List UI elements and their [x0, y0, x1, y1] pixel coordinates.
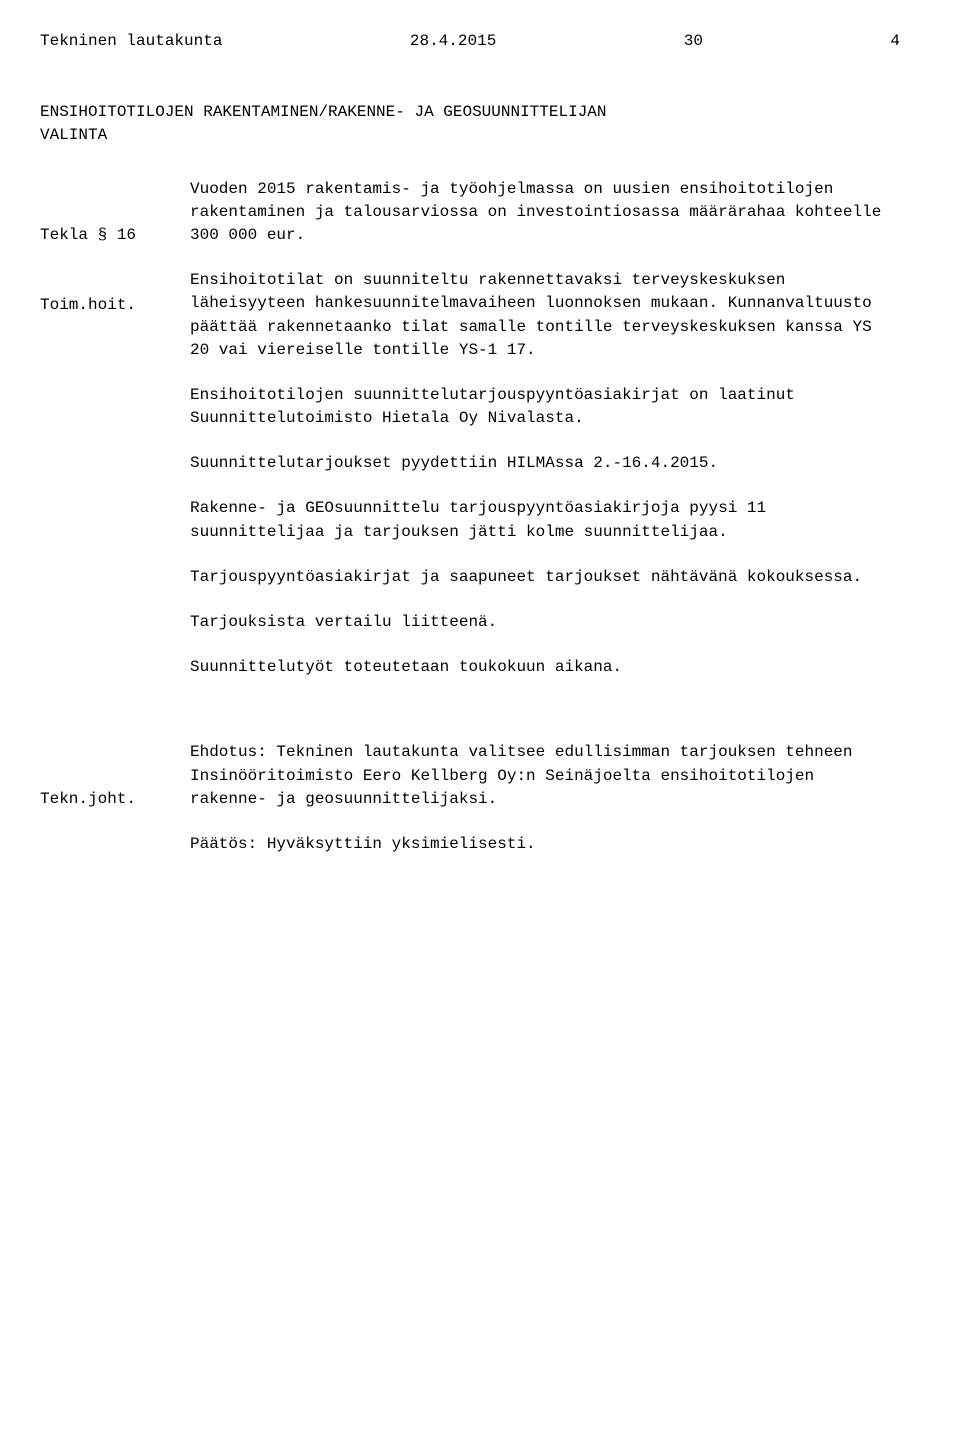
teknjoht-label: Tekn.joht. — [40, 788, 190, 811]
paragraph: Suunnittelutyöt toteutetaan toukokuun ai… — [190, 656, 900, 679]
paragraph: Tarjouspyyntöasiakirjat ja saapuneet tar… — [190, 566, 900, 589]
header-section-num: 4 — [890, 30, 900, 53]
paragraph: Ensihoitotilat on suunniteltu rakennetta… — [190, 269, 900, 362]
header-page-num: 30 — [684, 30, 703, 53]
proposal-row: Tekn.joht. Ehdotus: Tekninen lautakunta … — [40, 741, 900, 857]
header-date: 28.4.2015 — [410, 30, 496, 53]
paragraph: Rakenne- ja GEOsuunnittelu tarjouspyyntö… — [190, 497, 900, 543]
toimhoit-label: Toim.hoit. — [40, 294, 190, 317]
decision-paragraph: Päätös: Hyväksyttiin yksimielisesti. — [190, 833, 900, 856]
paragraph: Suunnittelutarjoukset pyydettiin HILMAss… — [190, 452, 900, 475]
label-column: Tekla § 16 Toim.hoit. — [40, 178, 190, 364]
title-line2: VALINTA — [40, 124, 900, 147]
proposal-paragraph: Ehdotus: Tekninen lautakunta valitsee ed… — [190, 741, 900, 811]
paragraph: Ensihoitotilojen suunnittelutarjouspyynt… — [190, 384, 900, 430]
header-committee: Tekninen lautakunta — [40, 30, 222, 53]
paragraph: Tarjouksista vertailu liitteenä. — [190, 611, 900, 634]
spacer — [40, 701, 900, 741]
agenda-item-row: Tekla § 16 Toim.hoit. Vuoden 2015 rakent… — [40, 178, 900, 702]
paragraph: Vuoden 2015 rakentamis- ja työohjelmassa… — [190, 178, 900, 248]
content-column: Ehdotus: Tekninen lautakunta valitsee ed… — [190, 741, 900, 856]
header-line: Tekninen lautakunta 28.4.2015 30 4 — [40, 30, 900, 53]
document-title: ENSIHOITOTILOJEN RAKENTAMINEN/RAKENNE- J… — [40, 101, 900, 147]
page-container: Tekninen lautakunta 28.4.2015 30 4 ENSIH… — [0, 0, 960, 1432]
label-column: Tekn.joht. — [40, 741, 190, 857]
title-line1: ENSIHOITOTILOJEN RAKENTAMINEN/RAKENNE- J… — [40, 101, 900, 124]
tekla-label: Tekla § 16 — [40, 224, 190, 247]
content-column: Vuoden 2015 rakentamis- ja työohjelmassa… — [190, 178, 900, 702]
